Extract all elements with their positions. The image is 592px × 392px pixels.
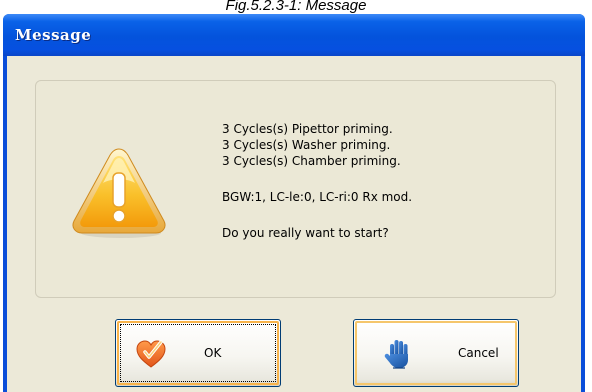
check-heart-icon <box>136 340 166 368</box>
message-line: 3 Cycles(s) Pipettor priming. <box>222 122 393 136</box>
confirm-question: Do you really want to start? <box>222 226 389 240</box>
message-text: 3 Cycles(s) Pipettor priming. 3 Cycles(s… <box>222 121 412 241</box>
message-line: 3 Cycles(s) Washer priming. <box>222 138 391 152</box>
page: Fig.5.2.3-1: Message Message 3 Cycles(s)… <box>0 0 592 392</box>
message-line: BGW:1, LC-le:0, LC-ri:0 Rx mod. <box>222 190 413 204</box>
window-title: Message <box>15 26 92 44</box>
cancel-button[interactable]: Cancel <box>353 319 519 387</box>
message-dialog: Message 3 Cycles(s) Pipettor priming. 3 … <box>3 14 585 392</box>
ok-label: OK <box>204 346 222 360</box>
cancel-label: Cancel <box>458 346 499 360</box>
dialog-body: 3 Cycles(s) Pipettor priming. 3 Cycles(s… <box>7 56 581 392</box>
warning-icon <box>72 148 166 238</box>
ok-button[interactable]: OK <box>115 319 281 387</box>
figure-caption: Fig.5.2.3-1: Message <box>225 0 367 14</box>
message-line: 3 Cycles(s) Chamber priming. <box>222 154 401 168</box>
stop-hand-icon <box>384 340 408 369</box>
title-bar[interactable]: Message <box>3 14 585 56</box>
message-panel: 3 Cycles(s) Pipettor priming. 3 Cycles(s… <box>35 80 556 298</box>
